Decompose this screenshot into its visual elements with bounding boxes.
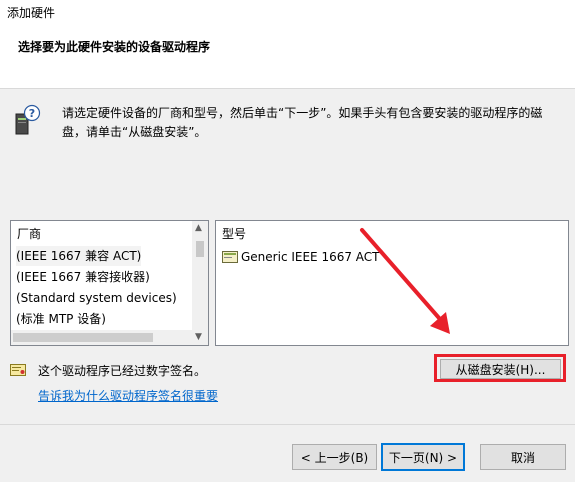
svg-text:?: ?: [29, 107, 35, 120]
list-item[interactable]: (标准 MTP 设备): [16, 309, 106, 329]
manufacturer-horizontal-scrollbar[interactable]: [11, 330, 192, 345]
cancel-button[interactable]: 取消: [480, 444, 566, 470]
next-button[interactable]: 下一页(N) >: [381, 443, 465, 471]
annotation-arrow: [360, 228, 450, 334]
manufacturer-listbox[interactable]: 厂商 (IEEE 1667 兼容 ACT) (IEEE 1667 兼容接收器) …: [10, 220, 209, 346]
list-item[interactable]: (IEEE 1667 兼容接收器): [16, 267, 150, 287]
manufacturer-column-header: 厂商: [17, 227, 42, 241]
signed-driver-text: 这个驱动程序已经过数字签名。: [38, 364, 207, 378]
scroll-thumb[interactable]: [13, 333, 153, 342]
list-item[interactable]: (IEEE 1667 兼容 ACT): [16, 246, 142, 266]
hardware-icon: ?: [15, 104, 41, 135]
manufacturer-vertical-scrollbar[interactable]: ▲ ▼: [192, 221, 208, 345]
footer-divider: [0, 424, 575, 425]
window-title: 添加硬件: [7, 6, 56, 20]
signed-driver-icon: [222, 251, 238, 263]
driver-signing-link[interactable]: 告诉我为什么驱动程序签名很重要: [38, 387, 218, 404]
instructions-text: 请选定硬件设备的厂商和型号，然后单击“下一步”。如果手头有包含要安装的驱动程序的…: [62, 106, 543, 139]
back-button[interactable]: < 上一步(B): [292, 444, 377, 470]
scroll-down-icon[interactable]: ▼: [195, 332, 202, 342]
have-disk-button[interactable]: 从磁盘安装(H)...: [440, 359, 561, 379]
page-subtitle: 选择要为此硬件安装的设备驱动程序: [18, 40, 211, 54]
header-divider: [0, 88, 575, 89]
list-item[interactable]: (Standard system devices): [16, 288, 177, 308]
scroll-thumb[interactable]: [196, 241, 204, 257]
scroll-up-icon[interactable]: ▲: [195, 223, 202, 233]
certificate-icon: [10, 364, 26, 376]
model-column-header: 型号: [222, 227, 247, 241]
